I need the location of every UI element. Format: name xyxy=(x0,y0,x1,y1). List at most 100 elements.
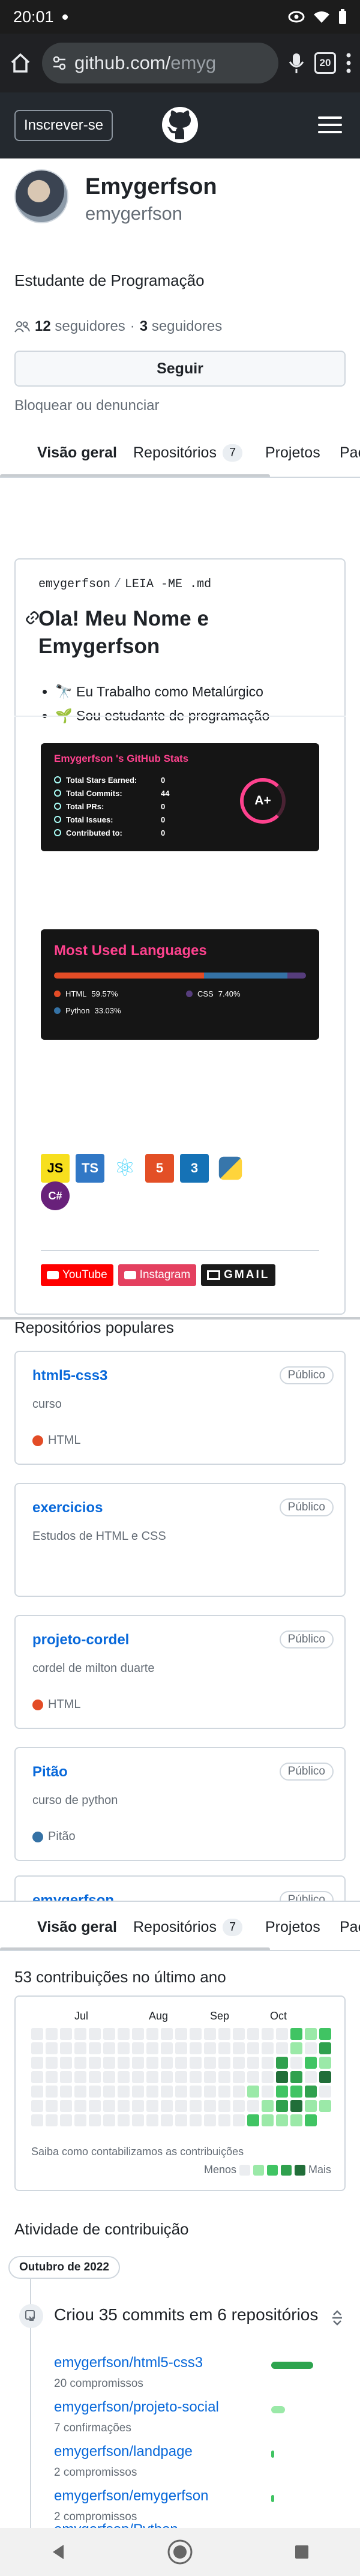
gmail-badge[interactable]: GMAIL xyxy=(201,1264,276,1286)
contribution-day[interactable] xyxy=(262,2114,274,2126)
contribution-day[interactable] xyxy=(233,2100,245,2112)
contribution-day[interactable] xyxy=(204,2028,216,2040)
contribution-day[interactable] xyxy=(190,2114,202,2126)
contribution-day[interactable] xyxy=(60,2114,72,2126)
contribution-day[interactable] xyxy=(319,2042,331,2054)
address-bar[interactable]: github.com/emyg xyxy=(42,43,278,83)
contribution-help-link[interactable]: Saiba como contabilizamos as contribuiçõ… xyxy=(31,2146,244,2158)
contribution-day[interactable] xyxy=(146,2042,158,2054)
contribution-day[interactable] xyxy=(290,2071,302,2083)
contribution-day[interactable] xyxy=(175,2086,187,2098)
contribution-day[interactable] xyxy=(262,2057,274,2069)
contribution-day[interactable] xyxy=(290,2057,302,2069)
contribution-day[interactable] xyxy=(247,2114,259,2126)
contribution-day[interactable] xyxy=(319,2071,331,2083)
contribution-day[interactable] xyxy=(46,2071,58,2083)
repo-name-link[interactable]: exercicios xyxy=(32,1500,103,1516)
instagram-badge[interactable]: Instagram xyxy=(118,1264,197,1286)
tab-overview[interactable]: Visão geral xyxy=(37,1902,117,1950)
activity-commit-count[interactable]: 20 compromissos xyxy=(54,2377,330,2390)
contribution-day[interactable] xyxy=(190,2028,202,2040)
tab-overview[interactable]: Visão geral xyxy=(34,427,121,477)
contribution-day[interactable] xyxy=(218,2057,230,2069)
contribution-day[interactable] xyxy=(190,2057,202,2069)
contribution-day[interactable] xyxy=(46,2057,58,2069)
repo-name-link[interactable]: Pitão xyxy=(32,1764,68,1781)
contribution-day[interactable] xyxy=(46,2028,58,2040)
readme-path-file[interactable]: LEIA -ME .md xyxy=(125,578,211,591)
contribution-day[interactable] xyxy=(175,2071,187,2083)
collapse-toggle-icon[interactable] xyxy=(330,2309,344,2327)
contribution-day[interactable] xyxy=(262,2071,274,2083)
contribution-day[interactable] xyxy=(74,2086,86,2098)
contribution-day[interactable] xyxy=(218,2028,230,2040)
contribution-day[interactable] xyxy=(146,2086,158,2098)
contribution-day[interactable] xyxy=(204,2057,216,2069)
contribution-day[interactable] xyxy=(305,2114,317,2126)
contribution-day[interactable] xyxy=(247,2057,259,2069)
contribution-day[interactable] xyxy=(305,2071,317,2083)
contribution-day[interactable] xyxy=(204,2100,216,2112)
activity-repo-link[interactable]: emygerfson/landpage xyxy=(54,2443,330,2460)
tabs-scrollbar[interactable] xyxy=(0,474,270,477)
contribution-day[interactable] xyxy=(276,2028,288,2040)
contribution-day[interactable] xyxy=(132,2100,144,2112)
contribution-day[interactable] xyxy=(305,2042,317,2054)
contribution-day[interactable] xyxy=(319,2028,331,2040)
contribution-day[interactable] xyxy=(305,2057,317,2069)
contribution-day[interactable] xyxy=(146,2071,158,2083)
contribution-day[interactable] xyxy=(161,2057,173,2069)
contribution-day[interactable] xyxy=(103,2042,115,2054)
contribution-day[interactable] xyxy=(262,2042,274,2054)
contribution-day[interactable] xyxy=(204,2071,216,2083)
contribution-day[interactable] xyxy=(290,2114,302,2126)
contribution-day[interactable] xyxy=(262,2086,274,2098)
contribution-day[interactable] xyxy=(319,2100,331,2112)
contribution-day[interactable] xyxy=(218,2042,230,2054)
repo-name-link[interactable]: html5-css3 xyxy=(32,1368,107,1384)
home-icon[interactable] xyxy=(8,51,32,75)
contribution-day[interactable] xyxy=(233,2057,245,2069)
contribution-day[interactable] xyxy=(276,2057,288,2069)
contribution-day[interactable] xyxy=(290,2086,302,2098)
contribution-day[interactable] xyxy=(161,2071,173,2083)
contribution-day[interactable] xyxy=(190,2071,202,2083)
contribution-day[interactable] xyxy=(132,2071,144,2083)
block-report-link[interactable]: Bloquear ou denunciar xyxy=(14,397,160,414)
contribution-day[interactable] xyxy=(290,2100,302,2112)
contribution-day[interactable] xyxy=(247,2086,259,2098)
hamburger-menu-icon[interactable] xyxy=(318,116,342,138)
contribution-day[interactable] xyxy=(146,2114,158,2126)
contribution-day[interactable] xyxy=(118,2057,130,2069)
contribution-day[interactable] xyxy=(247,2028,259,2040)
contribution-day[interactable] xyxy=(161,2028,173,2040)
contribution-day[interactable] xyxy=(118,2100,130,2112)
contribution-day[interactable] xyxy=(31,2057,43,2069)
tab-repositories[interactable]: Repositórios 7 xyxy=(133,427,243,477)
contribution-day[interactable] xyxy=(132,2086,144,2098)
contribution-day[interactable] xyxy=(146,2057,158,2069)
readme-path-user[interactable]: emygerfson xyxy=(38,578,110,591)
link-icon[interactable] xyxy=(25,611,40,625)
contribution-day[interactable] xyxy=(132,2042,144,2054)
back-icon[interactable] xyxy=(50,2544,66,2560)
contribution-day[interactable] xyxy=(247,2071,259,2083)
contribution-day[interactable] xyxy=(161,2100,173,2112)
contribution-day[interactable] xyxy=(89,2042,101,2054)
youtube-badge[interactable]: YouTube xyxy=(41,1264,113,1286)
activity-repo-link[interactable]: emygerfson/projeto-social xyxy=(54,2399,330,2416)
contribution-day[interactable] xyxy=(204,2086,216,2098)
github-logo-icon[interactable] xyxy=(161,106,199,144)
contribution-day[interactable] xyxy=(118,2071,130,2083)
contribution-day[interactable] xyxy=(233,2071,245,2083)
contribution-day[interactable] xyxy=(175,2042,187,2054)
contribution-day[interactable] xyxy=(31,2071,43,2083)
contribution-day[interactable] xyxy=(31,2086,43,2098)
contribution-day[interactable] xyxy=(89,2086,101,2098)
contribution-day[interactable] xyxy=(146,2028,158,2040)
contribution-day[interactable] xyxy=(118,2114,130,2126)
sign-up-button[interactable]: Inscrever-se xyxy=(14,110,113,141)
activity-repo-link[interactable]: emygerfson/emygerfson xyxy=(54,2488,330,2505)
contribution-day[interactable] xyxy=(74,2057,86,2069)
contribution-day[interactable] xyxy=(247,2100,259,2112)
